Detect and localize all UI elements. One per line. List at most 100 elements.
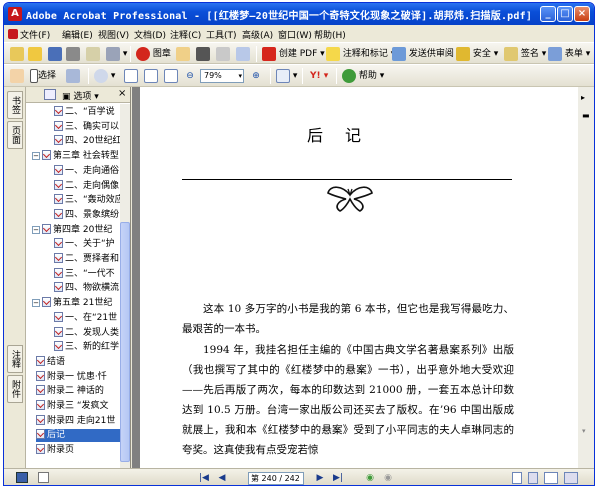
document-scrollbar[interactable]: ▸ ▬ ▾ xyxy=(578,87,594,468)
tab-comments[interactable]: 注释 xyxy=(7,345,23,373)
menu-view[interactable]: 视图(V) xyxy=(98,28,129,41)
page-number-field[interactable]: 第 240 / 242 页 xyxy=(248,472,304,485)
bookmark-item[interactable]: 三、“轰动效应 xyxy=(54,194,120,207)
bookmarks-scrollbar[interactable] xyxy=(120,104,130,468)
bookmark-item[interactable]: 一、在“21世 xyxy=(54,311,120,325)
close-panel-icon[interactable]: × xyxy=(118,88,126,99)
zoom-in-button[interactable]: ⊕ xyxy=(250,68,262,84)
split-view-icon[interactable]: ▬ xyxy=(582,111,590,120)
new-bookmark-icon[interactable] xyxy=(44,89,56,100)
open-button[interactable] xyxy=(28,46,42,62)
continuous-icon[interactable] xyxy=(528,472,538,484)
bookmark-item[interactable]: 一、关于“护 xyxy=(54,238,120,251)
snapshot-button[interactable] xyxy=(66,68,80,84)
options-menu[interactable]: ▣ 选项 ▾ xyxy=(62,89,99,102)
maximize-button[interactable]: □ xyxy=(557,6,573,22)
previous-view-button[interactable]: ◉ xyxy=(364,472,376,484)
continuous-facing-icon[interactable] xyxy=(564,472,578,484)
bookmark-item[interactable]: 三、新的红学 xyxy=(54,341,120,354)
bookmark-item[interactable]: 附录页 xyxy=(36,444,120,457)
collapse-toggle-icon[interactable]: − xyxy=(32,152,40,161)
fit-width-button[interactable] xyxy=(164,68,178,84)
tab-attachments[interactable]: 附件 xyxy=(7,375,23,403)
scroll-up-icon[interactable]: ▸ xyxy=(581,93,585,102)
actual-size-button[interactable] xyxy=(124,68,138,84)
bookmark-item[interactable]: − 第四章 20世纪 xyxy=(32,223,120,237)
menu-comments[interactable]: 注释(C) xyxy=(170,28,201,41)
bookmark-item[interactable]: 附录四 走向21世 xyxy=(36,414,120,428)
single-page-icon[interactable] xyxy=(512,472,522,484)
print-button[interactable] xyxy=(66,46,80,62)
select-tool-button[interactable]: 选择 xyxy=(30,68,56,84)
comment-markup-button[interactable]: 注释和标记 ▾ xyxy=(326,46,395,62)
document-view[interactable]: 后记 这本 10 多万字的小书是我的第 6 本书，但它也是我写得最吃力、最艰苦的… xyxy=(132,87,578,468)
collapse-toggle-icon[interactable]: − xyxy=(32,299,40,308)
close-button[interactable]: × xyxy=(574,6,590,22)
bookmark-item[interactable]: 附录三 “发疯文 xyxy=(36,400,120,413)
document-status-icon[interactable] xyxy=(16,472,28,483)
bookmark-item[interactable]: 附录一 忧患·忏 xyxy=(36,370,120,384)
send-review-button[interactable]: 发送供审阅 ▾ xyxy=(392,46,461,62)
hand-tool-button[interactable] xyxy=(10,68,24,84)
next-view-button[interactable]: ◉ xyxy=(382,472,394,484)
bookmark-item[interactable]: 后记 xyxy=(36,429,120,443)
title-bar[interactable]: A Adobe Acrobat Professional - [[红楼梦—20世… xyxy=(4,3,594,25)
bookmark-item[interactable]: 三、确实可以 xyxy=(54,120,120,134)
bookmark-item[interactable]: 一、走向通俗 xyxy=(54,164,120,178)
chevron-down-icon[interactable]: ▾ xyxy=(238,70,242,82)
search-button[interactable] xyxy=(176,46,190,62)
menu-edit[interactable]: 编辑(E) xyxy=(62,28,93,41)
attach-button[interactable]: ▾ xyxy=(106,46,127,62)
find-button[interactable] xyxy=(196,46,210,62)
bookmark-item[interactable]: 二、走向偶像 xyxy=(54,179,120,193)
bookmark-item[interactable]: 三、“一代不 xyxy=(54,267,120,281)
first-page-button[interactable]: |◀ xyxy=(198,472,210,484)
scrollbar-thumb[interactable] xyxy=(120,222,130,462)
zoom-out-button[interactable]: ⊖ xyxy=(184,68,196,84)
collapse-toggle-icon[interactable]: − xyxy=(32,225,40,234)
rotate-button[interactable]: ▾ xyxy=(276,68,297,84)
menu-window[interactable]: 窗口(W) xyxy=(278,28,312,41)
bookmark-icon xyxy=(36,370,45,381)
menu-tools[interactable]: 工具(T) xyxy=(206,28,237,41)
forms-button[interactable]: 表单 ▾ xyxy=(548,46,590,62)
zoom-tool-button[interactable]: ▾ xyxy=(94,68,115,84)
previous-page-button[interactable]: ◀ xyxy=(216,472,228,484)
last-page-button[interactable]: ▶| xyxy=(332,472,344,484)
menu-advanced[interactable]: 高级(A) xyxy=(242,28,273,41)
new-document-button[interactable] xyxy=(10,46,24,62)
tab-bookmarks[interactable]: 书签 xyxy=(7,91,23,119)
menu-document[interactable]: 文档(D) xyxy=(134,28,166,41)
organize-button[interactable] xyxy=(216,46,230,62)
tab-pages[interactable]: 页面 xyxy=(7,121,23,149)
menu-file[interactable]: 文件(F) xyxy=(8,28,50,41)
sign-button[interactable]: 签名 ▾ xyxy=(504,46,546,62)
bookmark-item[interactable]: 四、20世纪红 xyxy=(54,135,120,148)
create-pdf-button[interactable]: 创建 PDF ▾ xyxy=(262,46,325,62)
fit-page-button[interactable] xyxy=(144,68,158,84)
bookmark-label: 附录二 神话的 xyxy=(47,386,104,397)
security-button[interactable]: 安全 ▾ xyxy=(456,46,498,62)
help-button[interactable]: 帮助 ▾ xyxy=(342,68,384,84)
tools-button[interactable] xyxy=(236,46,250,62)
yahoo-button[interactable]: Y! ▾ xyxy=(310,68,328,84)
menu-help[interactable]: 帮助(H) xyxy=(314,28,346,41)
minimize-button[interactable]: _ xyxy=(540,6,556,22)
stamp-button[interactable]: 图章 xyxy=(136,46,171,62)
next-page-button[interactable]: ▶ xyxy=(314,472,326,484)
facing-icon[interactable] xyxy=(544,472,558,484)
save-button[interactable] xyxy=(48,46,62,62)
bookmark-item[interactable]: 二、“百学说 xyxy=(54,106,120,119)
bookmark-item[interactable]: 四、景象缤纷 xyxy=(54,208,120,222)
bookmark-item[interactable]: 二、贾择者和 xyxy=(54,253,120,266)
email-button[interactable] xyxy=(86,46,100,62)
bookmark-item[interactable]: 结语 xyxy=(36,355,120,369)
bookmark-item[interactable]: 四、物欲横流 xyxy=(54,282,120,295)
bookmark-item[interactable]: 附录二 神话的 xyxy=(36,385,120,398)
scroll-down-icon[interactable]: ▾ xyxy=(582,427,586,435)
bookmark-icon xyxy=(54,179,63,190)
bookmark-item[interactable]: 二、发现人类 xyxy=(54,326,120,340)
bookmark-item[interactable]: − 第三章 社会转型 xyxy=(32,150,120,163)
bookmark-item[interactable]: − 第五章 21世纪 xyxy=(32,297,120,310)
zoom-field[interactable]: 79% ▾ xyxy=(200,69,244,83)
